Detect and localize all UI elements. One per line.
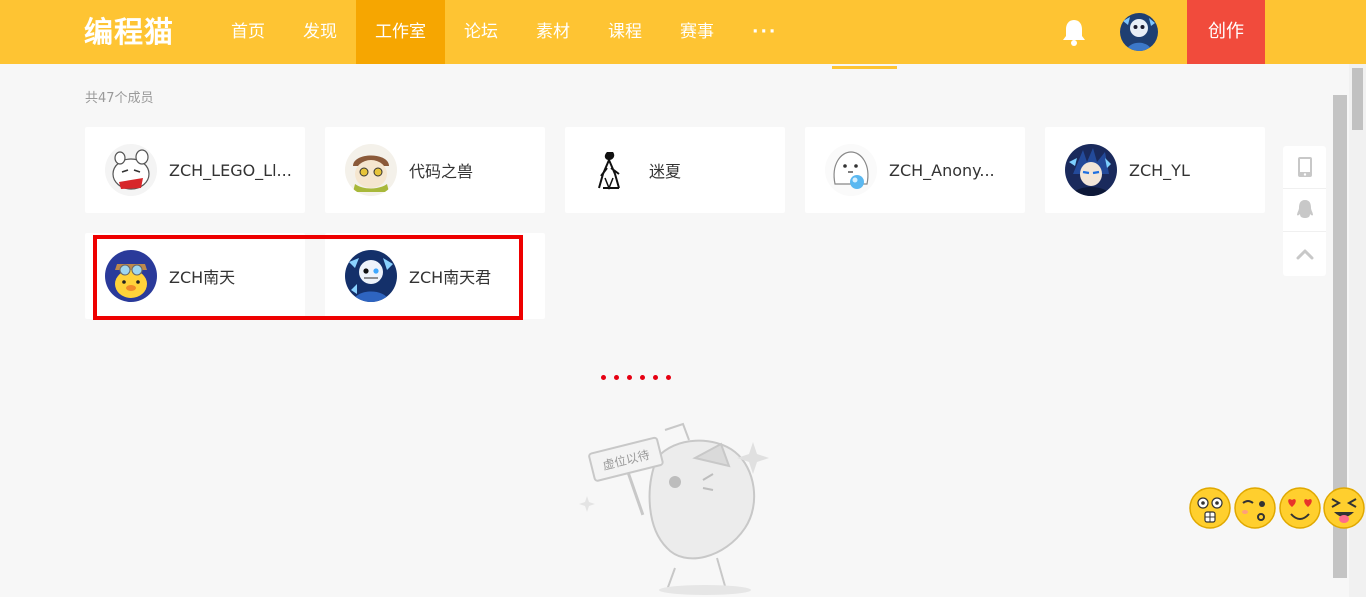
top-navigation-bar: 编程猫 首页 发现 工作室 论坛 素材 课程 赛事 ··· 创作 [0, 0, 1366, 64]
member-avatar [345, 144, 397, 196]
squinting-tongue-face-icon[interactable] [1322, 486, 1366, 530]
active-tab-indicator [832, 66, 897, 69]
nav-events[interactable]: 赛事 [661, 0, 733, 64]
scrollbar-thumb[interactable] [1352, 68, 1363, 130]
member-name: ZCH南天 [169, 268, 236, 287]
side-tool-panel [1283, 146, 1326, 276]
bell-icon[interactable] [1061, 18, 1087, 46]
site-logo[interactable]: 编程猫 [84, 12, 174, 52]
member-avatar [345, 250, 397, 302]
back-to-top-icon[interactable] [1283, 232, 1326, 275]
nav-discover[interactable]: 发现 [284, 0, 356, 64]
member-avatar [1065, 144, 1117, 196]
member-card[interactable]: ZCH_LEGO_Ll... [85, 127, 305, 213]
surprised-face-icon[interactable] [1188, 486, 1232, 530]
member-name: ZCH_YL [1129, 160, 1190, 180]
heart-eyes-face-icon[interactable] [1278, 486, 1322, 530]
member-name: ZCH南天君 [409, 268, 492, 287]
nav-home[interactable]: 首页 [212, 0, 284, 64]
member-avatar [105, 250, 157, 302]
member-name: 迷夏 [649, 162, 682, 181]
winking-face-icon[interactable] [1233, 486, 1277, 530]
empty-placeholder-illustration: 虚位以待 [579, 422, 769, 595]
user-avatar[interactable] [1120, 13, 1158, 51]
member-avatar [105, 144, 157, 196]
phone-icon[interactable] [1283, 146, 1326, 189]
qq-icon[interactable] [1283, 189, 1326, 232]
nav-materials[interactable]: 素材 [517, 0, 589, 64]
member-avatar [585, 144, 637, 196]
member-avatar [825, 144, 877, 196]
nav-courses[interactable]: 课程 [589, 0, 661, 64]
main-nav: 首页 发现 工作室 论坛 素材 课程 赛事 ··· [212, 0, 796, 64]
member-card[interactable]: ZCH南天君 [325, 233, 545, 319]
member-card[interactable]: ZCH_Anony... [805, 127, 1025, 213]
member-count: 共47个成员 [85, 91, 154, 106]
nav-more-button[interactable]: ··· [733, 0, 796, 64]
member-card[interactable]: ZCH_YL [1045, 127, 1265, 213]
member-card[interactable]: 迷夏 [565, 127, 785, 213]
nav-studio[interactable]: 工作室 [356, 0, 445, 64]
member-name: ZCH_LEGO_Ll... [169, 160, 292, 180]
member-name: 代码之兽 [409, 162, 474, 181]
loading-indicator [601, 375, 671, 380]
create-button[interactable]: 创作 [1187, 0, 1265, 64]
member-card[interactable]: ZCH南天 [85, 233, 305, 319]
member-name: ZCH_Anony... [889, 160, 995, 180]
member-card[interactable]: 代码之兽 [325, 127, 545, 213]
nav-forum[interactable]: 论坛 [445, 0, 517, 64]
